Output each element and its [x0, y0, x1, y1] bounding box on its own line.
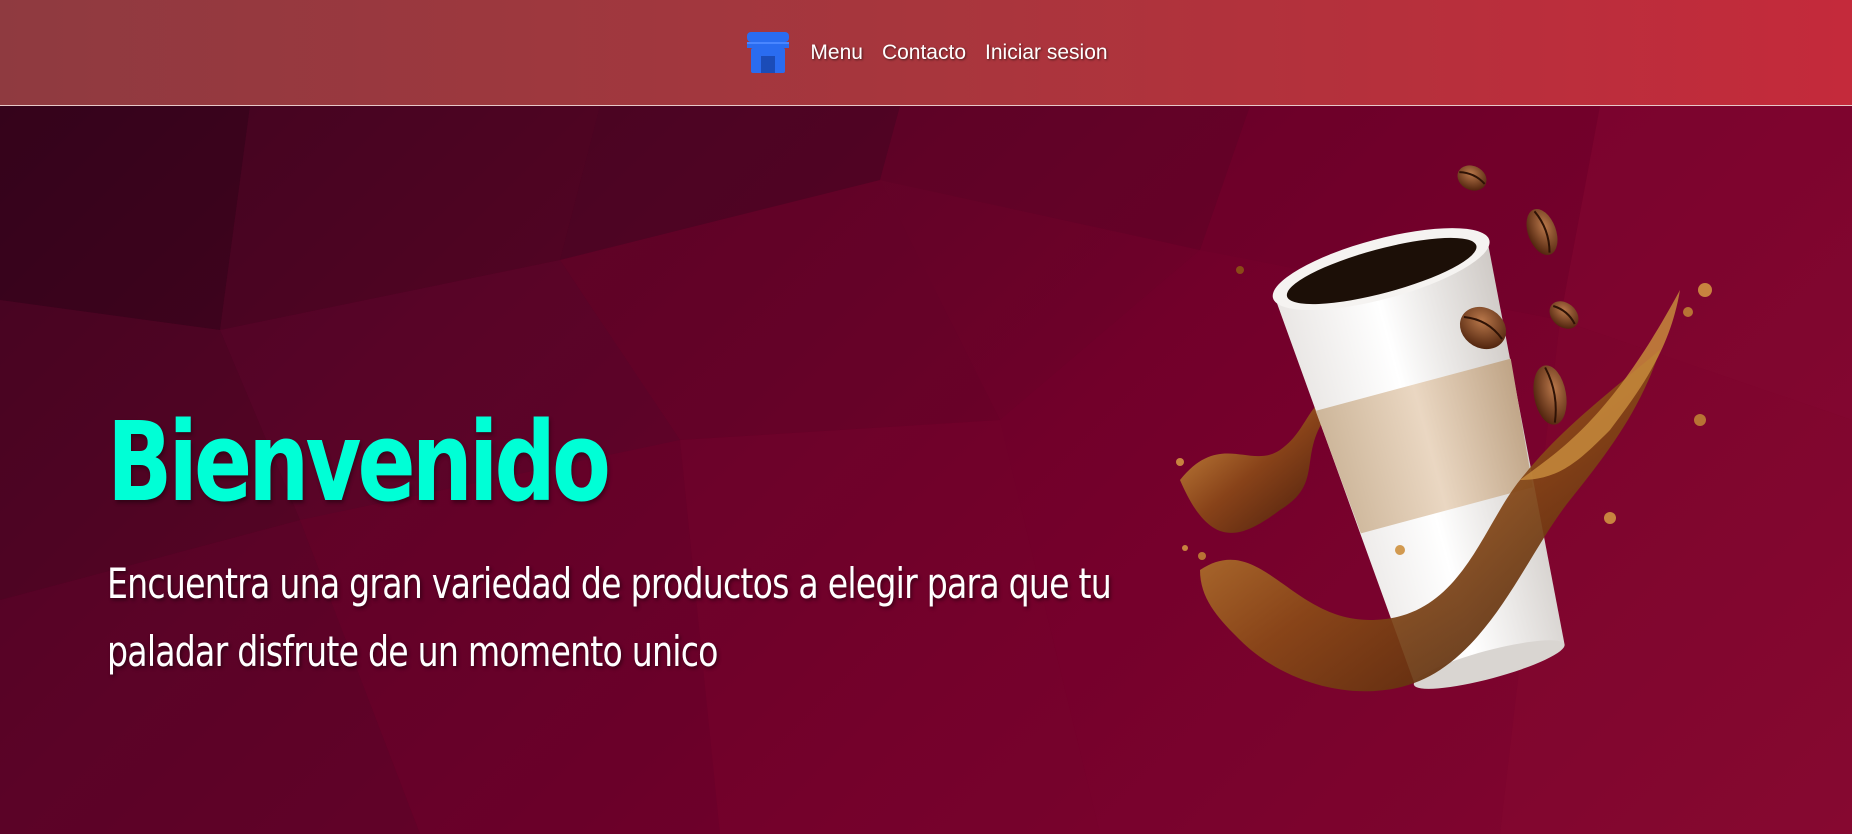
nav-link-menu[interactable]: Menu [810, 41, 863, 65]
nav-link-iniciar-sesion[interactable]: Iniciar sesion [985, 41, 1108, 65]
hero-section: Bienvenido Encuentra una gran variedad d… [107, 395, 1112, 686]
coffee-cup-splash-image [1176, 165, 1712, 692]
store-icon[interactable] [744, 29, 792, 77]
hero-title: Bienvenido [107, 398, 611, 526]
landing-page: Menu Contacto Iniciar sesion Bienvenido … [0, 0, 1852, 834]
hero-subtitle: Encuentra una gran variedad de productos… [107, 559, 1112, 676]
top-nav-bar: Menu Contacto Iniciar sesion [0, 0, 1852, 106]
nav-link-contacto[interactable]: Contacto [882, 41, 966, 65]
main-nav: Menu Contacto Iniciar sesion [744, 29, 1108, 77]
